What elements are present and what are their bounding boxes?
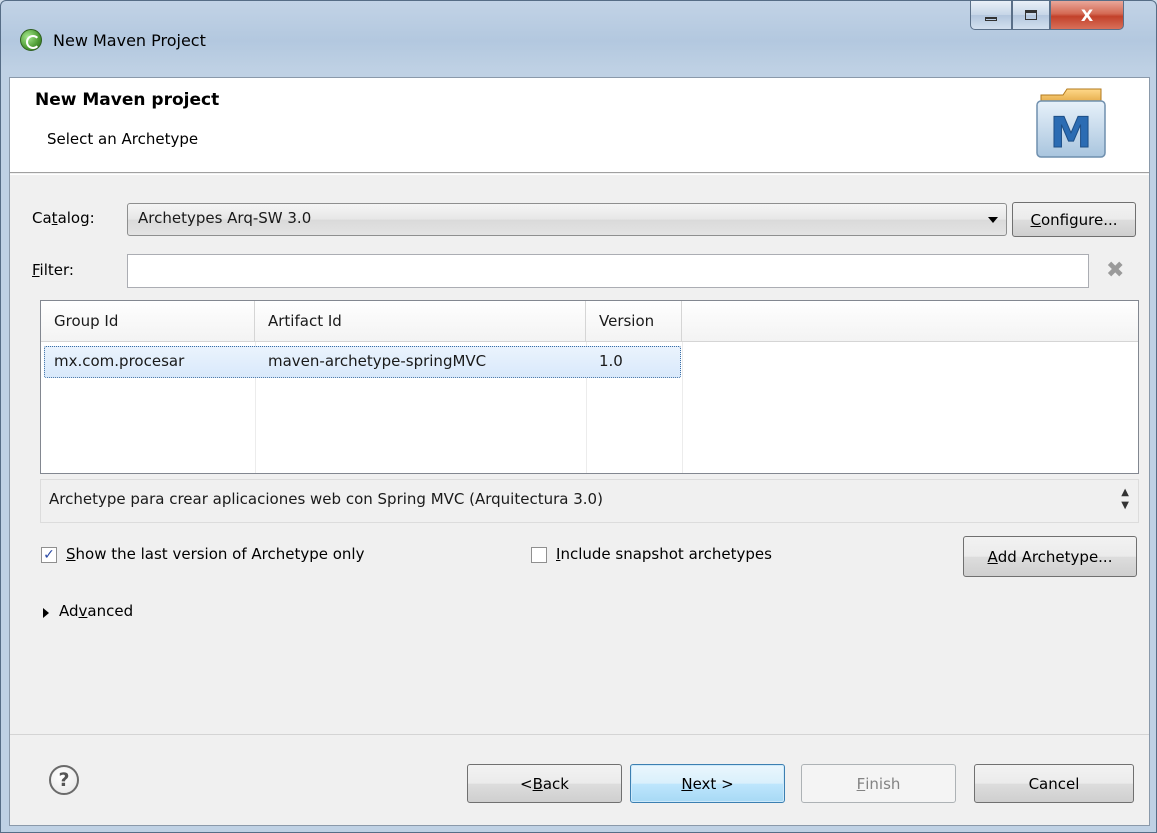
scroll-down-icon[interactable]: ▼ (1121, 499, 1129, 512)
svg-text:M: M (1050, 108, 1092, 157)
window-title: New Maven Project (53, 31, 206, 50)
scroll-up-icon[interactable]: ▲ (1121, 486, 1129, 499)
dialog-content: New Maven project Select an Archetype M (9, 77, 1150, 826)
catalog-label: Catalog: (32, 209, 95, 227)
finish-button[interactable]: Finish (801, 764, 956, 803)
wizard-header: New Maven project Select an Archetype M (10, 78, 1149, 173)
table-row[interactable]: mx.com.procesar maven-archetype-springMV… (44, 346, 681, 378)
archetype-table[interactable]: Group Id Artifact Id Version mx.com.proc… (40, 300, 1139, 474)
header-divider (10, 174, 1149, 175)
chevron-down-icon (988, 217, 998, 223)
column-header-version[interactable]: Version (586, 301, 682, 342)
column-header-group-id[interactable]: Group Id (41, 301, 255, 342)
dialog-window: New Maven Project X New Maven project Se… (0, 0, 1157, 833)
cell-artifact-id: maven-archetype-springMVC (268, 352, 487, 370)
spring-app-icon (20, 29, 42, 51)
close-icon: X (1080, 5, 1094, 25)
add-archetype-button[interactable]: Add Archetype... (963, 536, 1137, 577)
clear-filter-icon[interactable]: ✖ (1106, 260, 1124, 282)
maximize-icon (1025, 10, 1037, 20)
include-snapshot-label[interactable]: Include snapshot archetypes (556, 545, 772, 563)
filter-input[interactable] (127, 254, 1089, 288)
column-header-artifact-id[interactable]: Artifact Id (255, 301, 586, 342)
footer-divider (10, 734, 1149, 735)
back-button[interactable]: < Back (467, 764, 622, 803)
include-snapshot-checkbox[interactable] (531, 547, 547, 563)
configure-button[interactable]: Configure... (1012, 202, 1136, 237)
description-text: Archetype para crear aplicaciones web co… (49, 490, 603, 508)
close-button[interactable]: X (1050, 1, 1124, 30)
page-subtitle: Select an Archetype (47, 130, 199, 148)
column-divider (682, 342, 683, 473)
help-icon[interactable]: ? (49, 765, 79, 795)
table-header: Group Id Artifact Id Version (41, 301, 1138, 342)
page-title: New Maven project (35, 90, 220, 110)
maven-logo-icon: M (1036, 88, 1106, 158)
cell-group-id: mx.com.procesar (54, 352, 185, 370)
show-last-version-checkbox[interactable]: ✓ (41, 547, 57, 563)
minimize-button[interactable] (970, 1, 1012, 30)
catalog-dropdown[interactable]: Archetypes Arq-SW 3.0 (127, 203, 1007, 236)
minimize-icon (985, 17, 997, 21)
checkmark-icon: ✓ (43, 547, 55, 563)
filter-label: Filter: (32, 261, 74, 279)
next-button[interactable]: Next > (630, 764, 785, 803)
scroll-spinner[interactable]: ▲ ▼ (1121, 486, 1129, 512)
title-bar[interactable]: New Maven Project X (1, 1, 1156, 77)
archetype-description: Archetype para crear aplicaciones web co… (40, 479, 1139, 523)
cancel-button[interactable]: Cancel (974, 764, 1134, 803)
show-last-version-label[interactable]: Show the last version of Archetype only (66, 545, 364, 563)
expand-triangle-icon[interactable] (43, 608, 49, 618)
cell-version: 1.0 (599, 352, 623, 370)
maximize-button[interactable] (1012, 1, 1050, 30)
advanced-section-toggle[interactable]: Advanced (59, 602, 133, 620)
catalog-selected-value: Archetypes Arq-SW 3.0 (138, 209, 312, 227)
